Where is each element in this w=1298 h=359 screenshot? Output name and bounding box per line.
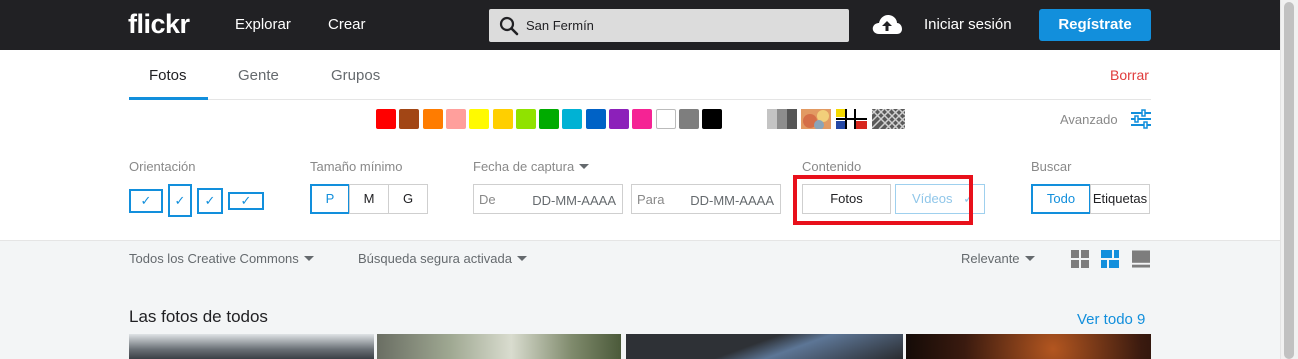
search-input[interactable]: San Fermín bbox=[489, 9, 849, 42]
orientation-panorama-checkbox[interactable]: ✓ bbox=[228, 192, 264, 210]
single-view-icon[interactable] bbox=[1132, 250, 1150, 268]
check-icon: ✓ bbox=[240, 193, 252, 208]
size-medium-button[interactable]: M bbox=[349, 184, 389, 214]
color-swatch[interactable] bbox=[702, 109, 723, 129]
justified-view-icon[interactable] bbox=[1101, 250, 1119, 268]
color-swatch[interactable] bbox=[655, 109, 676, 129]
date-to-placeholder: DD-MM-AAAA bbox=[690, 193, 774, 208]
minimalist-style-icon[interactable] bbox=[836, 109, 867, 129]
date-to-field[interactable]: Para DD-MM-AAAA bbox=[631, 184, 781, 214]
shallow-depth-style-icon[interactable] bbox=[801, 109, 831, 129]
nav-explore[interactable]: Explorar bbox=[235, 16, 291, 33]
color-swatch[interactable] bbox=[492, 109, 513, 129]
license-dropdown[interactable]: Todos los Creative Commons bbox=[129, 251, 314, 266]
color-swatch[interactable] bbox=[562, 109, 583, 129]
capture-date-label[interactable]: Fecha de captura bbox=[473, 159, 590, 174]
safe-search-label: Búsqueda segura activada bbox=[358, 251, 512, 266]
date-to-label: Para bbox=[637, 192, 665, 207]
chevron-down-icon bbox=[1024, 256, 1035, 261]
sliders-icon[interactable] bbox=[1130, 109, 1152, 129]
color-swatch[interactable] bbox=[609, 109, 629, 129]
date-from-placeholder: DD-MM-AAAA bbox=[532, 193, 616, 208]
color-swatch[interactable] bbox=[678, 109, 699, 129]
safe-search-dropdown[interactable]: Búsqueda segura activada bbox=[358, 251, 527, 266]
clear-filters-link[interactable]: Borrar bbox=[1110, 67, 1149, 83]
tabs-divider bbox=[129, 99, 1151, 100]
date-from-label: De bbox=[479, 192, 496, 207]
top-navigation-bar: flickr Explorar Crear San Fermín Iniciar… bbox=[0, 0, 1280, 50]
license-label: Todos los Creative Commons bbox=[129, 251, 299, 266]
cloud-upload-icon[interactable] bbox=[871, 12, 903, 38]
highlight-box bbox=[793, 175, 973, 225]
capture-date-text: Fecha de captura bbox=[473, 159, 575, 174]
advanced-label[interactable]: Avanzado bbox=[1060, 112, 1118, 127]
color-swatch[interactable] bbox=[585, 109, 606, 129]
section-title: Las fotos de todos bbox=[129, 307, 268, 326]
chevron-down-icon bbox=[516, 256, 527, 261]
search-tags-button[interactable]: Etiquetas bbox=[1090, 184, 1150, 214]
signup-button[interactable]: Regístrate bbox=[1039, 9, 1151, 41]
chevron-down-icon bbox=[579, 164, 590, 169]
search-in-label: Buscar bbox=[1031, 159, 1072, 174]
grid-view-icon[interactable] bbox=[1071, 250, 1089, 268]
black-white-style-icon[interactable] bbox=[767, 109, 797, 129]
orientation-landscape-checkbox[interactable]: ✓ bbox=[129, 189, 163, 213]
search-icon[interactable] bbox=[499, 16, 519, 36]
color-swatch[interactable] bbox=[445, 109, 466, 129]
flickr-logo[interactable]: flickr bbox=[128, 9, 190, 40]
tab-people[interactable]: Gente bbox=[238, 67, 279, 84]
photo-thumbnail[interactable] bbox=[906, 334, 1151, 359]
pattern-style-icon[interactable] bbox=[872, 109, 905, 129]
sort-dropdown[interactable]: Relevante bbox=[961, 251, 1035, 266]
content-label: Contenido bbox=[802, 159, 862, 174]
color-swatch[interactable] bbox=[422, 109, 443, 129]
color-swatch[interactable] bbox=[399, 109, 420, 129]
tab-groups[interactable]: Grupos bbox=[331, 67, 380, 84]
color-swatch[interactable] bbox=[515, 109, 536, 129]
chevron-down-icon bbox=[303, 256, 314, 261]
photo-thumbnail[interactable] bbox=[129, 334, 374, 359]
size-large-button[interactable]: G bbox=[388, 184, 428, 214]
nav-create[interactable]: Crear bbox=[328, 16, 366, 33]
color-swatch[interactable] bbox=[539, 109, 560, 129]
see-all-link[interactable]: Ver todo 9 bbox=[1077, 311, 1145, 328]
color-swatch[interactable] bbox=[632, 109, 653, 129]
size-small-button[interactable]: P bbox=[310, 184, 350, 214]
active-tab-indicator bbox=[129, 97, 208, 100]
tab-photos[interactable]: Fotos bbox=[149, 67, 187, 84]
check-icon: ✓ bbox=[174, 192, 186, 208]
sort-label: Relevante bbox=[961, 251, 1020, 266]
date-from-field[interactable]: De DD-MM-AAAA bbox=[473, 184, 623, 214]
search-all-button[interactable]: Todo bbox=[1031, 184, 1091, 214]
color-swatch[interactable] bbox=[376, 109, 396, 129]
photo-thumbnail[interactable] bbox=[626, 334, 903, 359]
scrollbar-thumb[interactable] bbox=[1284, 2, 1294, 359]
photo-thumbnail[interactable] bbox=[377, 334, 621, 359]
orientation-label: Orientación bbox=[129, 159, 196, 174]
orientation-portrait-checkbox[interactable]: ✓ bbox=[168, 184, 192, 217]
min-size-label: Tamaño mínimo bbox=[310, 159, 403, 174]
search-value: San Fermín bbox=[526, 18, 594, 33]
check-icon: ✓ bbox=[140, 193, 152, 208]
color-swatch[interactable] bbox=[469, 109, 490, 129]
login-link[interactable]: Iniciar sesión bbox=[924, 16, 1012, 33]
check-icon: ✓ bbox=[204, 193, 216, 208]
orientation-square-checkbox[interactable]: ✓ bbox=[197, 188, 223, 214]
